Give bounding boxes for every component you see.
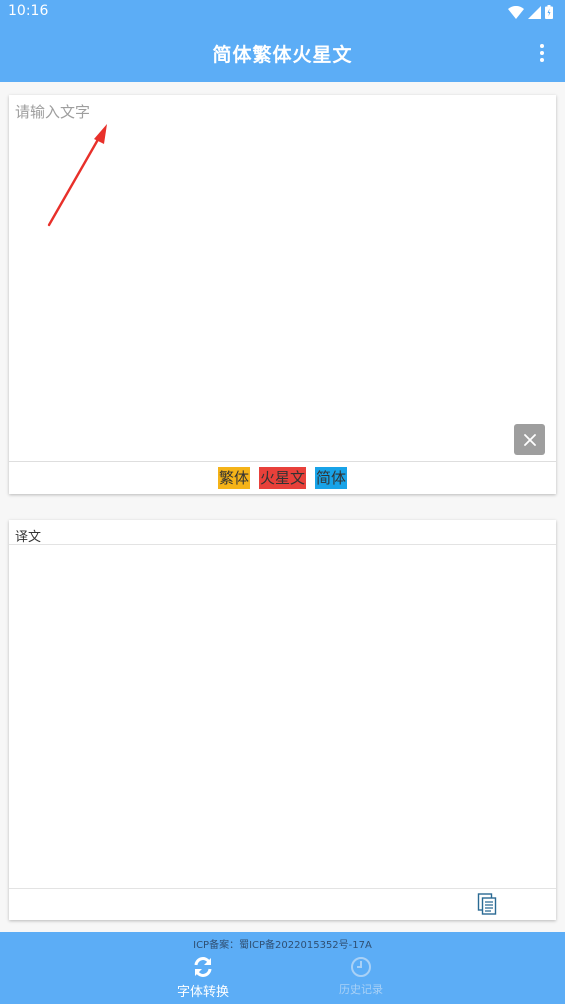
nav-label: 字体转换	[176, 985, 229, 1000]
status-time: 10:16	[8, 3, 49, 19]
overflow-menu-button[interactable]	[537, 42, 547, 64]
wifi-icon	[508, 5, 524, 19]
martian-text-button[interactable]: 火星文	[258, 467, 306, 489]
output-card: 译文	[9, 520, 556, 920]
nav-font-convert[interactable]: 字体转换	[153, 956, 253, 1002]
status-icons	[508, 4, 553, 20]
icp-record: ICP备案：蜀ICP备2022015352号-17A	[193, 940, 372, 951]
overflow-dot	[540, 51, 544, 55]
status-bar: 10:16	[0, 0, 565, 24]
bottom-bar: ICP备案：蜀ICP备2022015352号-17A 字体转换 历史记录	[0, 932, 565, 1004]
battery-icon	[545, 5, 553, 19]
text-input[interactable]	[9, 95, 556, 461]
convert-button-row: 繁体 火星文 简体	[9, 462, 556, 494]
app-root: 10:16 简体繁体火星文 请输入文字 繁体 火星文 简体 译文 ICP备案：蜀…	[0, 0, 565, 1004]
nav-label: 历史记录	[339, 983, 383, 996]
close-icon	[523, 433, 536, 446]
traditional-button[interactable]: 繁体	[217, 467, 250, 489]
output-label: 译文	[15, 530, 42, 545]
page-title: 简体繁体火星文	[212, 44, 353, 66]
copy-button[interactable]	[476, 892, 500, 916]
input-card: 繁体 火星文 简体	[9, 95, 556, 494]
top-bar: 10:16 简体繁体火星文	[0, 0, 565, 82]
output-divider	[9, 888, 556, 889]
clock-icon	[351, 957, 371, 977]
sync-icon	[194, 957, 212, 977]
overflow-dot	[540, 58, 544, 62]
clear-button[interactable]	[514, 424, 545, 455]
output-text[interactable]	[9, 545, 556, 888]
simplified-button[interactable]: 简体	[315, 467, 348, 489]
nav-history[interactable]: 历史记录	[311, 956, 411, 1002]
cellular-signal-icon	[528, 5, 541, 19]
input-area	[9, 95, 556, 461]
copy-icon	[477, 893, 497, 915]
overflow-dot	[540, 44, 544, 48]
